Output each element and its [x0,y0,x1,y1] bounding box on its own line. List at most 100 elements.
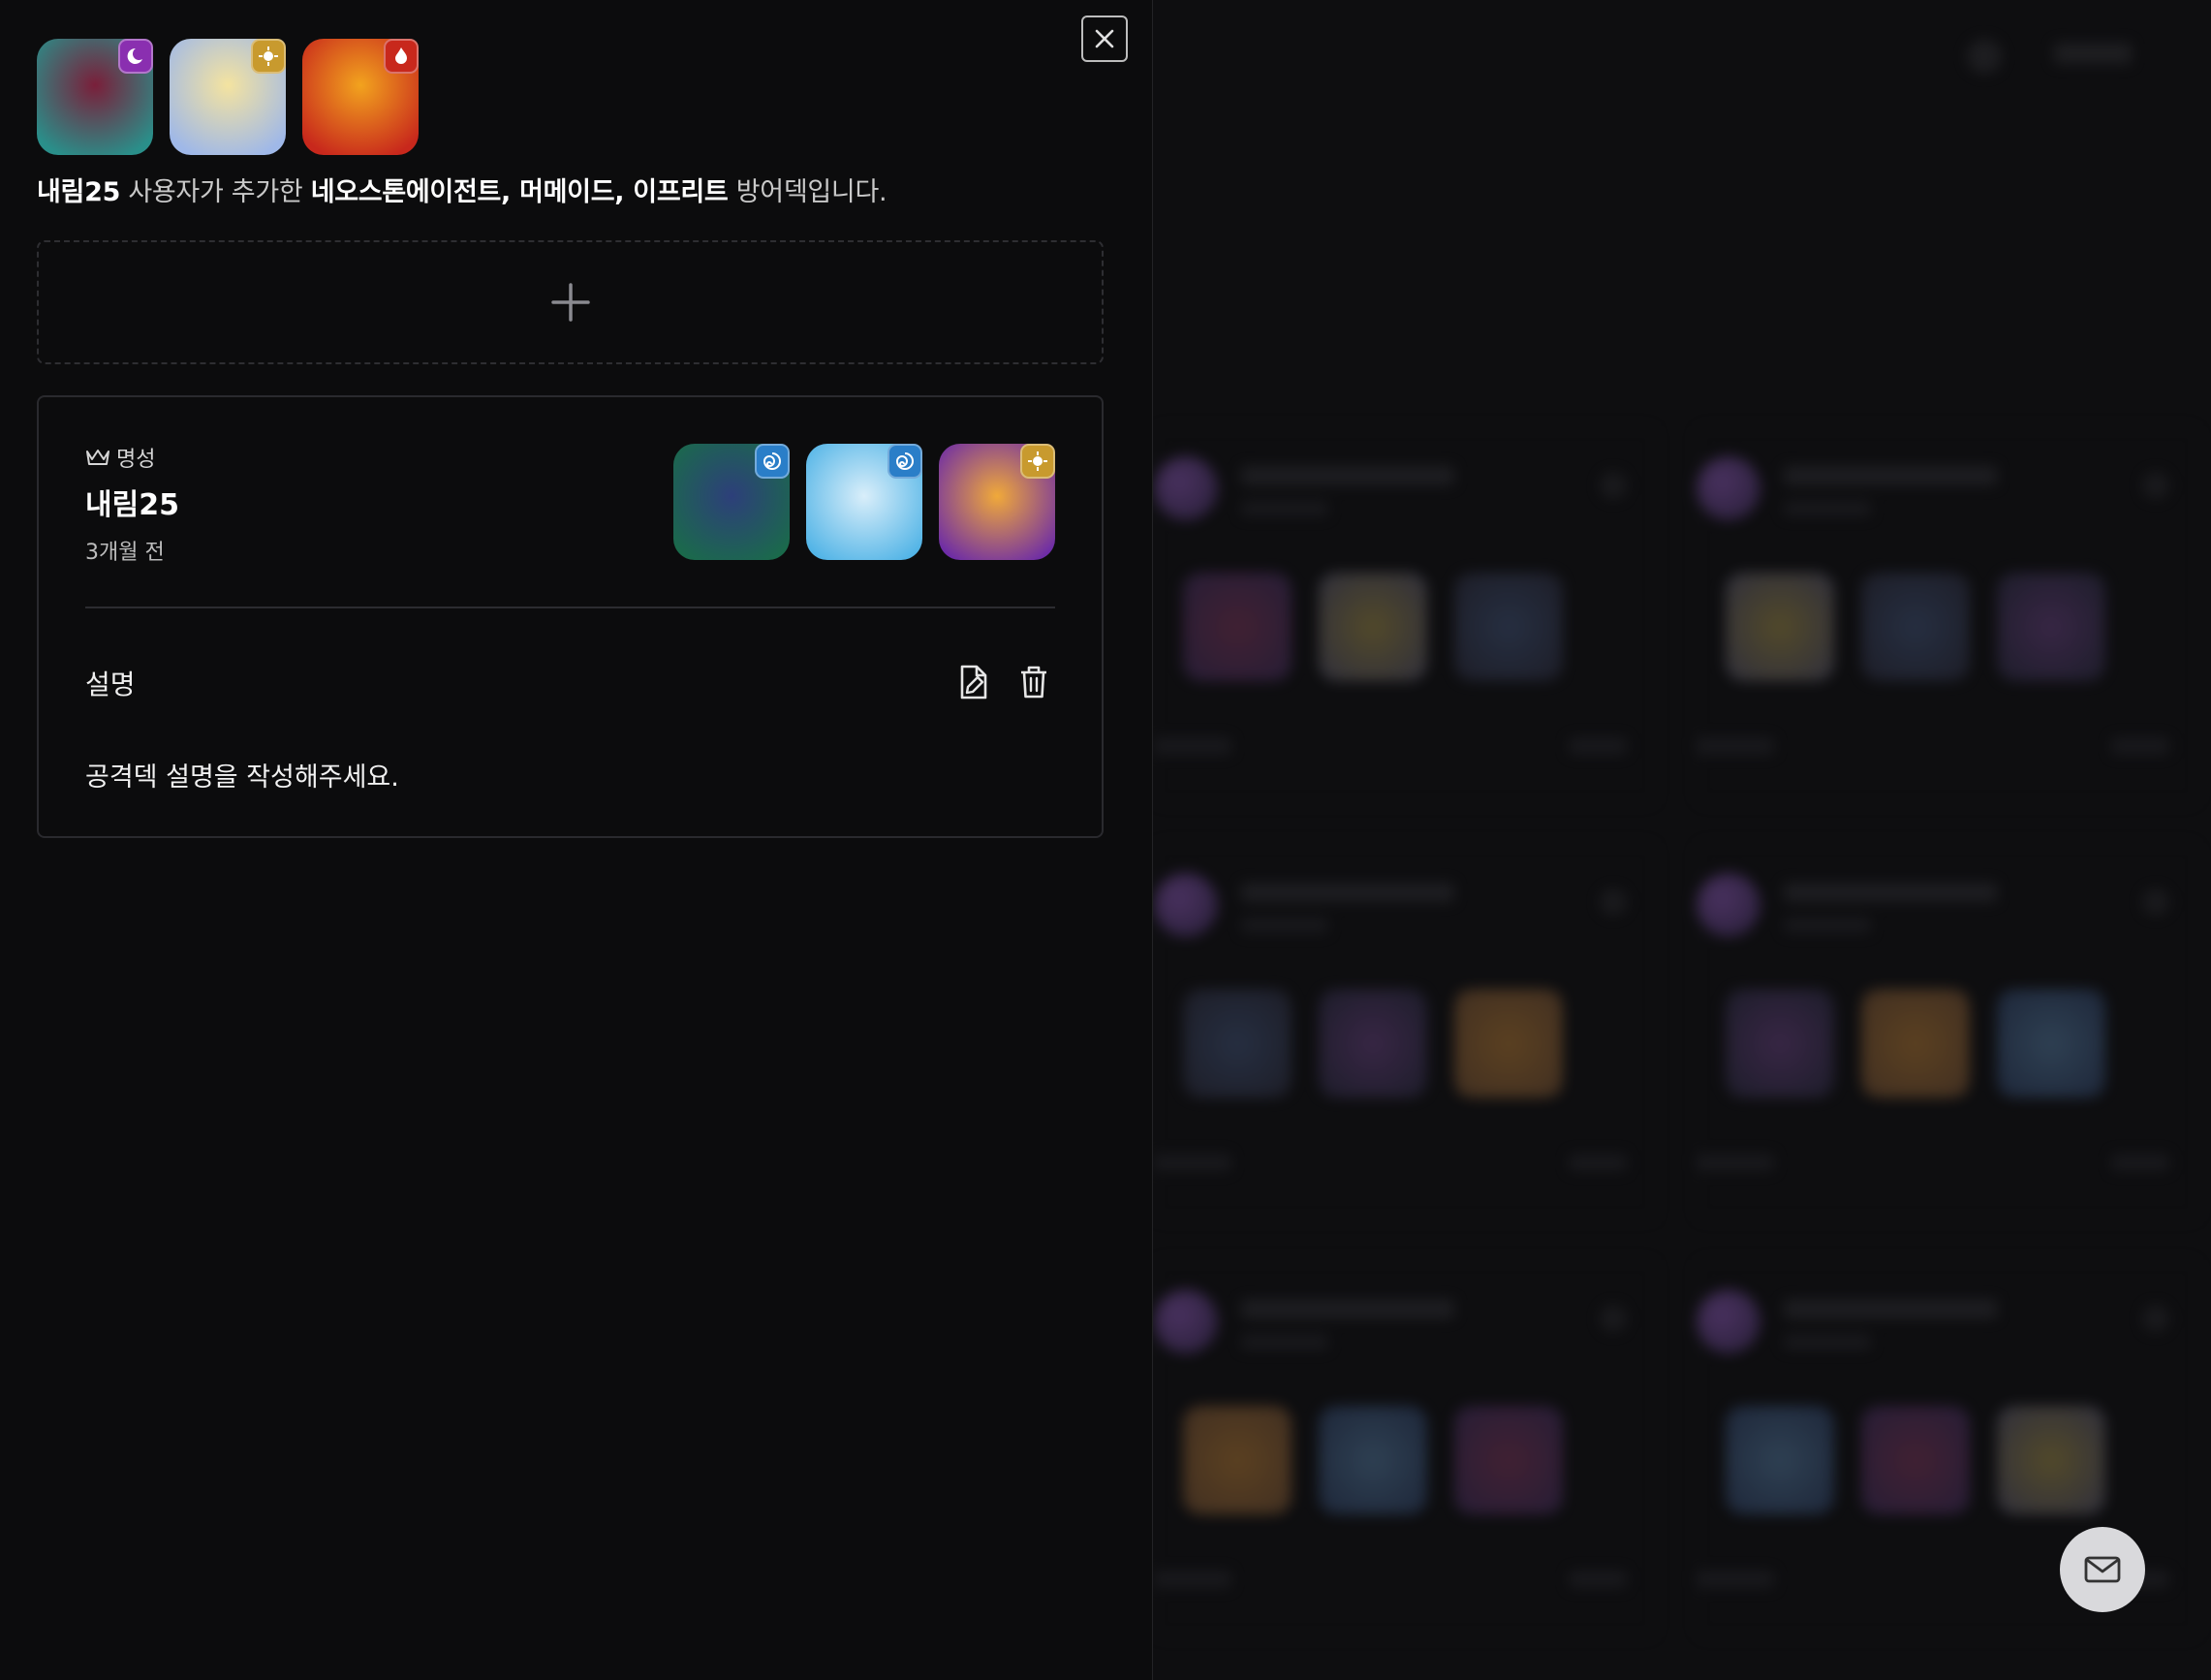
description-text: 공격덱 설명을 작성해주세요. [85,762,399,793]
author-info: 명성 내림25 3개월 전 [85,442,179,566]
background-deck-card [1696,843,2199,1221]
background-placeholder [1154,1290,1218,1353]
background-monster-thumb [1861,989,1970,1098]
element-badge-dark [118,39,153,74]
background-placeholder [1569,1571,1627,1588]
light-element-icon [259,47,278,66]
background-placeholder [2142,472,2169,499]
background-placeholder [1697,1154,1774,1171]
plus-icon [550,283,590,322]
water-element-icon [763,452,781,470]
background-monster-thumb [1861,1406,1970,1514]
background-placeholder [1241,1334,1328,1350]
background-placeholder [1697,873,1760,937]
background-monster-thumb [1319,573,1427,681]
background-placeholder [1784,466,1997,485]
background-monster-thumb [1319,1406,1427,1514]
attack-monster-portrait-3[interactable] [939,444,1055,560]
background-placeholder [1154,737,1231,755]
background-placeholder [1569,1154,1627,1171]
deck-summary-text: 내림25 사용자가 추가한 네오스톤에이전트, 머메이드, 이프리트 방어덱입니… [37,171,888,208]
crown-icon [86,450,109,465]
light-element-icon [1028,451,1047,471]
background-placeholder [1600,1305,1627,1332]
edit-document-icon [960,665,987,700]
close-icon [1095,29,1114,48]
summary-author: 내림25 [37,177,121,207]
deck-detail-panel: 내림25 사용자가 추가한 네오스톤에이전트, 머메이드, 이프리트 방어덱입니… [0,0,1153,1680]
background-placeholder [1784,501,1871,516]
background-monster-thumb [1183,573,1292,681]
background-placeholder [2142,1305,2169,1332]
background-placeholder [1241,466,1454,485]
background-monster-thumb [1997,1406,2105,1514]
background-deck-card [1153,843,1657,1221]
attack-monster-portrait-2[interactable] [806,444,922,560]
background-placeholder [1697,456,1760,520]
delete-deck-button[interactable] [1016,663,1051,701]
background-placeholder [1154,873,1218,937]
background-placeholder [1784,1334,1871,1350]
background-placeholder [1697,1290,1760,1353]
attack-deck-card: 명성 내림25 3개월 전 설명 공격덱 설명을 작성해주세요. [37,395,1104,838]
fire-element-icon [395,47,407,64]
close-button[interactable] [1081,16,1128,62]
element-badge-light [251,39,286,74]
background-deck-card [1153,426,1657,804]
background-monster-thumb [1183,989,1292,1098]
background-placeholder [2142,888,2169,916]
background-placeholder [1784,883,1997,902]
dark-element-icon [127,47,142,64]
summary-units: 네오스톤에이전트, 머메이드, 이프리트 [310,177,729,207]
background-placeholder [1241,918,1328,933]
background-placeholder [1697,1571,1774,1588]
background-monster-thumb [1726,573,1834,681]
add-attack-deck-button[interactable] [37,240,1104,364]
background-user-label [2054,43,2132,64]
background-content-blurred [1153,0,2211,1680]
background-monster-thumb [1183,1406,1292,1514]
background-placeholder [1784,918,1871,933]
background-placeholder [1784,1299,1997,1319]
description-label: 설명 [85,669,136,700]
background-placeholder [1600,888,1627,916]
monster-portrait-2[interactable] [170,39,286,155]
mail-icon [2084,1556,2121,1583]
background-placeholder [1241,501,1328,516]
trash-icon [1021,666,1046,699]
background-user-icon [1967,39,2002,74]
posted-time: 3개월 전 [85,541,165,565]
background-deck-card [1696,426,2199,804]
attack-monster-portrait-1[interactable] [673,444,790,560]
element-badge-light [1020,444,1055,479]
summary-middle: 사용자가 추가한 [120,177,311,207]
rank-row: 명성 [85,442,179,473]
background-placeholder [2111,1154,2169,1171]
element-badge-water [888,444,922,479]
background-placeholder [1241,883,1454,902]
background-monster-thumb [1454,573,1563,681]
monster-portrait-3[interactable] [302,39,419,155]
background-placeholder [1154,1571,1231,1588]
attack-deck-units [673,444,1055,560]
background-monster-thumb [1726,989,1834,1098]
defense-deck-units [37,39,419,155]
background-monster-thumb [1861,573,1970,681]
summary-suffix: 방어덱입니다. [728,177,888,207]
mail-button[interactable] [2060,1527,2145,1612]
element-badge-fire [384,39,419,74]
background-monster-thumb [1726,1406,1834,1514]
background-page [1153,0,2211,1680]
background-placeholder [1697,737,1774,755]
background-placeholder [1600,472,1627,499]
edit-description-button[interactable] [956,663,991,701]
author-name: 내림25 [85,488,179,522]
element-badge-water [755,444,790,479]
background-placeholder [2111,737,2169,755]
water-element-icon [895,452,914,470]
monster-portrait-1[interactable] [37,39,153,155]
background-monster-thumb [1997,989,2105,1098]
description-actions [956,663,1051,701]
card-divider [85,607,1055,608]
background-deck-card [1153,1260,1657,1637]
